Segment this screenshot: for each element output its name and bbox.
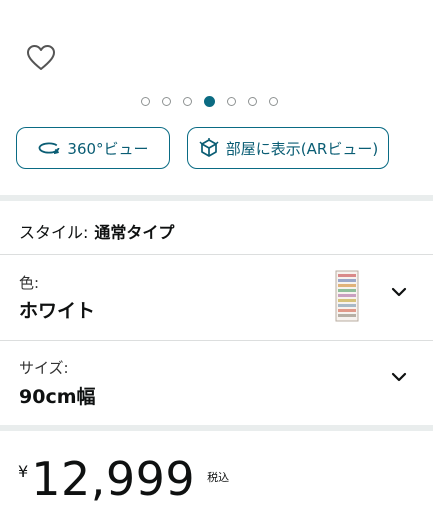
row-divider [0,254,433,255]
product-detail-page: 360°ビュー 部屋に表示(ARビュー) スタイル: 通常タイプ 色: ホワイト [0,0,433,512]
price-currency: ¥ [18,462,29,481]
favorite-button[interactable] [26,44,56,72]
rotate-360-icon [39,142,60,155]
gallery-dot[interactable] [248,97,257,106]
ar-cube-icon [199,138,219,157]
gallery-dot-active[interactable] [204,96,215,107]
color-value: ホワイト [19,300,96,322]
style-label: スタイル: [19,223,89,242]
heart-outline-icon [27,45,55,70]
price-amount: 12,999 [31,452,196,506]
size-value: 90cm幅 [19,386,96,408]
row-divider [0,340,433,341]
price-display: ¥ 12,999 税込 [18,452,229,506]
gallery-page-indicator[interactable] [141,96,278,107]
gallery-dot[interactable] [162,97,171,106]
section-divider [0,425,433,431]
size-label: サイズ: [19,359,69,377]
style-row: スタイル: 通常タイプ [19,219,174,243]
ar-view-label: 部屋に表示(ARビュー) [225,139,379,158]
gallery-dot[interactable] [141,97,150,106]
gallery-dot[interactable] [183,97,192,106]
section-divider [0,195,433,201]
view-360-label: 360°ビュー [67,139,149,158]
view-360-button[interactable]: 360°ビュー [16,127,170,169]
gallery-dot[interactable] [269,97,278,106]
ar-view-button[interactable]: 部屋に表示(ARビュー) [187,127,389,169]
color-label: 色: [19,274,40,292]
style-value: 通常タイプ [94,223,175,242]
tax-included-note: 税込 [207,471,230,484]
chevron-down-icon[interactable] [391,372,407,382]
product-thumbnail [335,270,359,322]
chevron-down-icon[interactable] [391,287,407,297]
gallery-dot[interactable] [227,97,236,106]
